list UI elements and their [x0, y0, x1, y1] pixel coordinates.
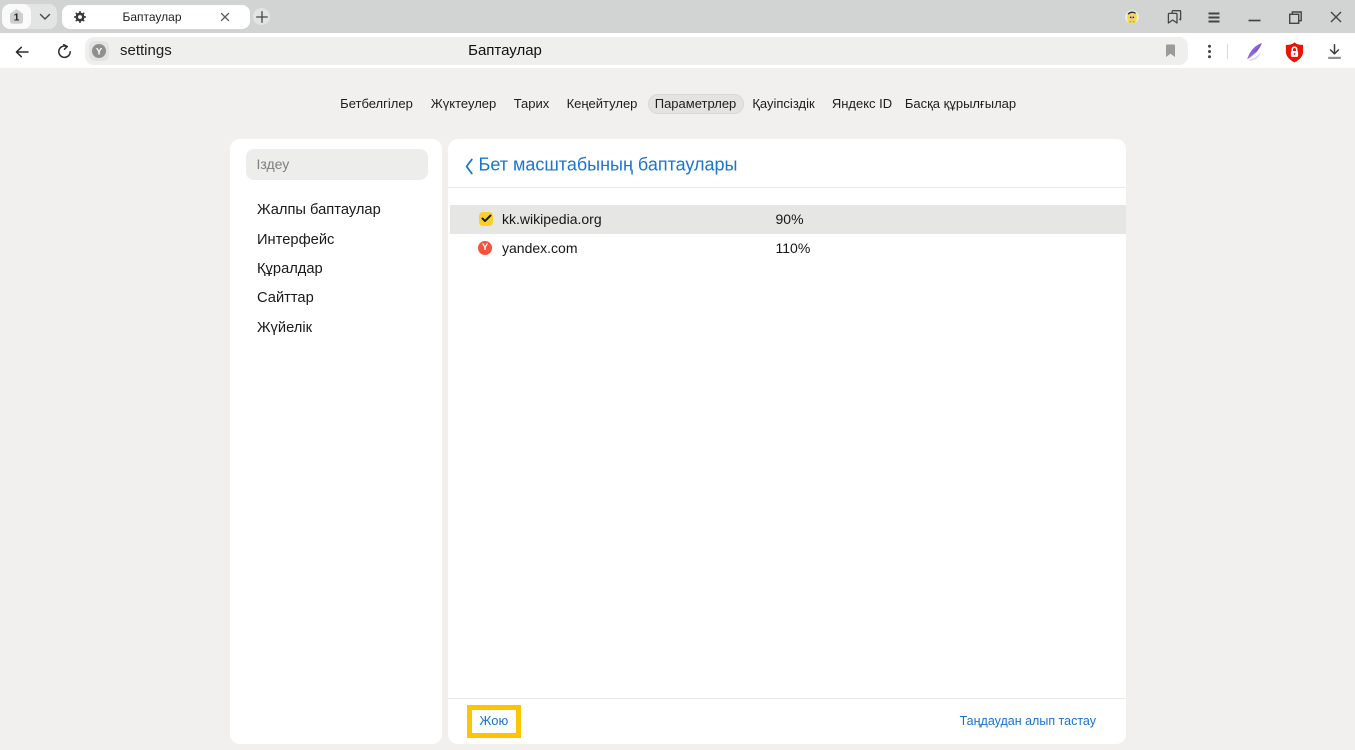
svg-text:1: 1	[14, 13, 20, 24]
